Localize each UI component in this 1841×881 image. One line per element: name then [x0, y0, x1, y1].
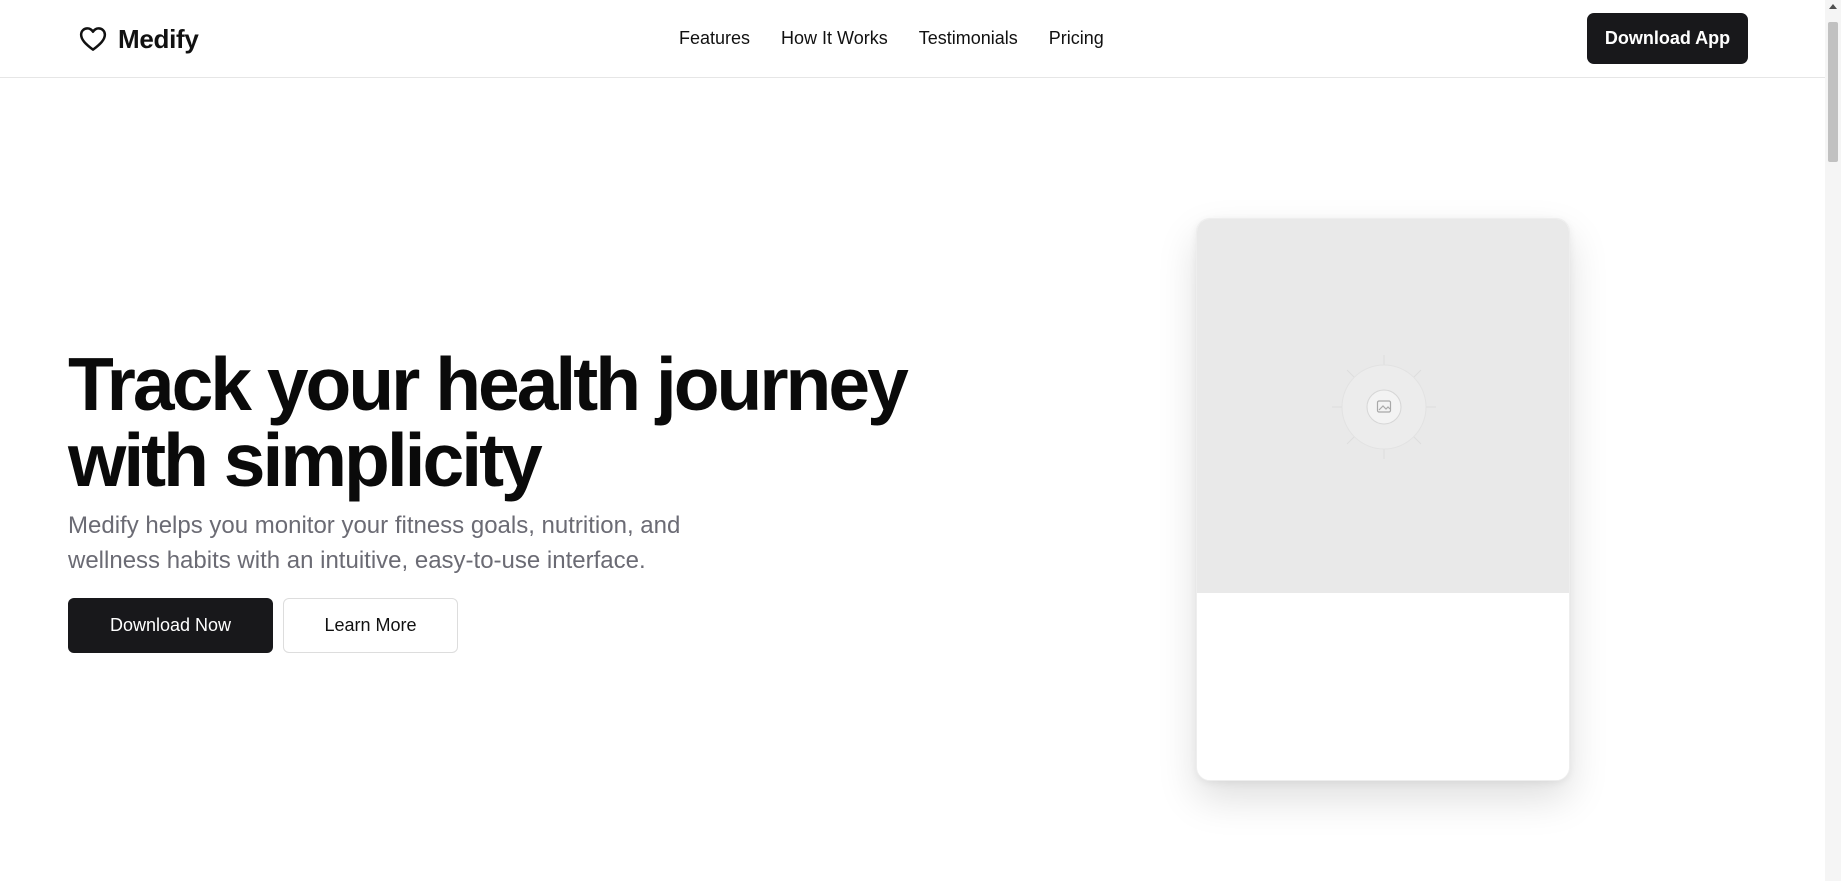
hero-title: Track your health journey with simplicit…	[68, 346, 968, 498]
download-app-button[interactable]: Download App	[1587, 13, 1748, 64]
learn-more-button[interactable]: Learn More	[283, 598, 458, 653]
hero-actions: Download Now Learn More	[68, 598, 458, 653]
nav-item-features[interactable]: Features	[679, 26, 750, 50]
image-placeholder-icon	[1332, 355, 1436, 459]
app-preview-body	[1197, 593, 1569, 780]
page: Medify Features How It Works Testimonial…	[0, 0, 1825, 881]
scroll-thumb[interactable]	[1828, 22, 1838, 162]
nav-item-how-it-works[interactable]: How It Works	[781, 26, 888, 50]
brand-logo[interactable]: Medify	[78, 22, 199, 56]
page-scrollbar[interactable]	[1825, 0, 1841, 881]
brand-name: Medify	[118, 23, 199, 54]
main-nav: Features How It Works Testimonials Prici…	[679, 26, 1104, 50]
hero-title-line-1: Track your health journey	[68, 342, 909, 426]
app-preview-card	[1196, 218, 1570, 781]
hero-subtitle: Medify helps you monitor your fitness go…	[68, 508, 788, 578]
nav-item-pricing[interactable]: Pricing	[1049, 26, 1104, 50]
heart-outline-icon	[79, 27, 107, 51]
hero-subtitle-line-1: Medify helps you monitor your fitness go…	[68, 512, 681, 539]
app-preview-image	[1197, 219, 1569, 593]
hero-subtitle-line-2: wellness habits with an intuitive, easy-…	[68, 547, 646, 574]
scroll-up-arrow-icon[interactable]	[1829, 4, 1837, 9]
site-header: Medify Features How It Works Testimonial…	[0, 0, 1825, 78]
download-now-button[interactable]: Download Now	[68, 598, 273, 653]
nav-item-testimonials[interactable]: Testimonials	[919, 26, 1018, 50]
hero-title-line-2: with simplicity	[68, 418, 543, 502]
